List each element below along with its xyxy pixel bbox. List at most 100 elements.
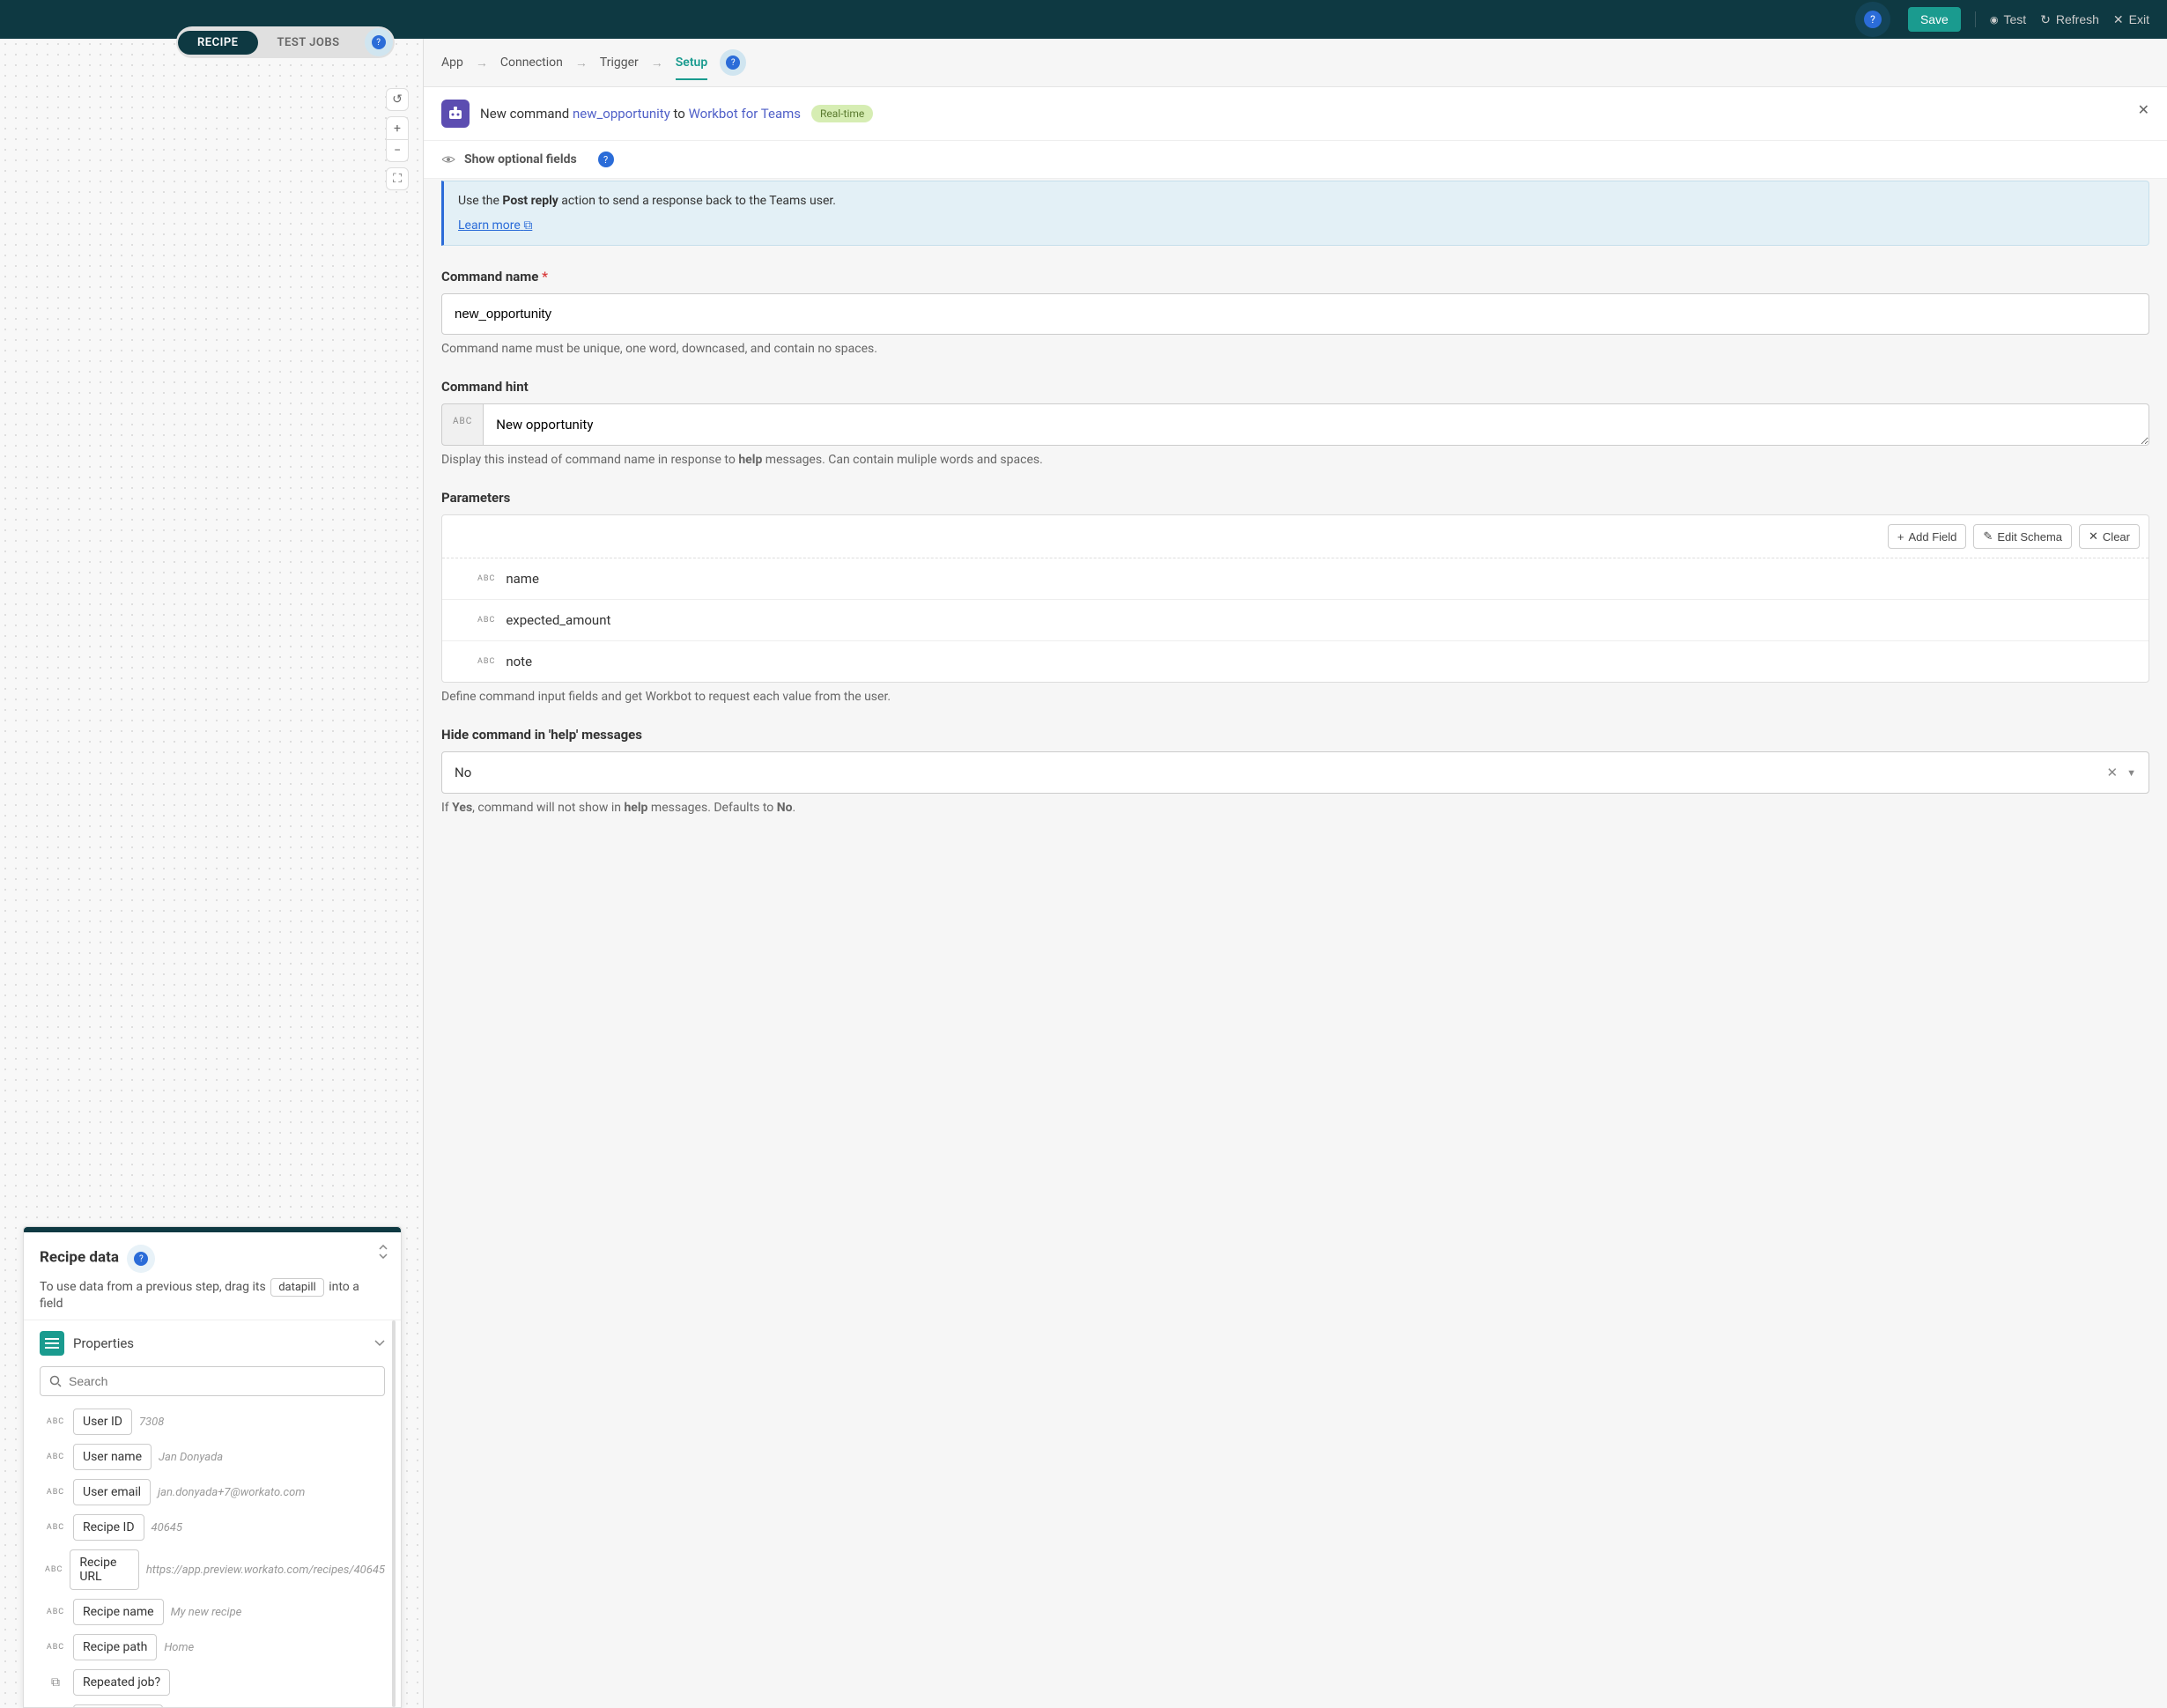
help-icon-steps[interactable]: ? — [720, 49, 746, 76]
datapill-value: 40645 — [152, 1521, 182, 1534]
recipe-data-panel: Recipe data ? To use data from a previou… — [23, 1226, 402, 1708]
properties-icon — [40, 1331, 64, 1356]
datapill-name[interactable]: User name — [73, 1444, 152, 1470]
step-setup[interactable]: Setup — [676, 55, 707, 80]
search-icon — [49, 1375, 62, 1387]
arrow-icon: → — [651, 55, 663, 70]
parameter-row[interactable]: ABC name — [442, 558, 2149, 600]
optional-fields-label: Show optional fields — [464, 152, 577, 166]
refresh-button[interactable]: ↻ Refresh — [2040, 12, 2099, 27]
datapill-value: https://app.preview.workato.com/recipes/… — [146, 1564, 385, 1577]
recipe-data-title: Recipe data — [40, 1249, 119, 1267]
command-link[interactable]: new_opportunity — [573, 106, 670, 122]
parameter-name: name — [506, 571, 539, 587]
command-name-label: Command name * — [441, 269, 2149, 285]
command-hint-label: Command hint — [441, 379, 2149, 395]
datapill-row[interactable]: ABCUser nameJan Donyada — [40, 1444, 385, 1470]
abc-type-tag: ABC — [45, 1523, 66, 1532]
zoom-in-button[interactable]: + — [386, 116, 409, 139]
datapill-name[interactable]: Repeated job? — [73, 1669, 170, 1696]
parameter-row[interactable]: ABCexpected_amount — [442, 600, 2149, 641]
exit-button[interactable]: ✕ Exit — [2113, 12, 2149, 27]
clear-icon[interactable]: ✕ — [2107, 765, 2119, 780]
eye-icon — [441, 154, 455, 165]
arrow-icon: → — [476, 55, 488, 70]
collapse-icon[interactable] — [378, 1245, 388, 1259]
x-icon: ✕ — [2089, 529, 2098, 543]
detail-pane: App → Connection → Trigger → Setup ? New… — [423, 39, 2167, 1708]
step-connection[interactable]: Connection — [500, 55, 563, 70]
add-field-button[interactable]: +Add Field — [1888, 524, 1967, 549]
arrow-icon: → — [575, 55, 588, 70]
test-button[interactable]: ◉ Test — [1990, 12, 2026, 26]
recipe-canvas[interactable]: ↺ + − ⛶ Recipe data ? To use data from a… — [0, 39, 423, 1708]
datapill-name[interactable]: Recipe path — [73, 1634, 157, 1660]
datapill-row[interactable]: ABC Recipe ID 40645 — [40, 1514, 385, 1541]
target-link[interactable]: Workbot for Teams — [689, 106, 801, 122]
step-app[interactable]: App — [441, 55, 463, 70]
link-type-icon: ⧉ — [45, 1675, 66, 1690]
workbot-icon — [441, 100, 470, 128]
parameter-row[interactable]: ABCnote — [442, 641, 2149, 682]
canvas-controls: ↺ + − ⛶ — [386, 88, 409, 190]
datapill-value: Home — [164, 1641, 194, 1654]
properties-label: Properties — [73, 1335, 366, 1351]
tab-recipe[interactable]: RECIPE — [178, 31, 258, 55]
tab-test-jobs[interactable]: TEST JOBS — [258, 31, 359, 55]
recipe-data-subtitle: To use data from a previous step, drag i… — [40, 1278, 385, 1311]
datapill-row[interactable]: ABC User email jan.donyada+7@workato.com — [40, 1479, 385, 1505]
abc-type-tag: ABC — [45, 1488, 66, 1497]
refresh-icon: ↻ — [2040, 12, 2051, 27]
datapill-row[interactable]: ⧉ Repeated job? — [40, 1669, 385, 1696]
zoom-out-button[interactable]: − — [386, 139, 409, 162]
edit-schema-button[interactable]: ✎Edit Schema — [1973, 524, 2072, 549]
datapill-name[interactable]: Recipe ID — [73, 1514, 144, 1541]
step-trigger[interactable]: Trigger — [600, 55, 639, 70]
play-icon: ◉ — [1990, 14, 1999, 26]
hide-command-select[interactable]: No ✕ ▼ — [441, 751, 2149, 794]
properties-header[interactable]: Properties — [40, 1331, 385, 1356]
help-icon-recipe-data[interactable]: ? — [127, 1245, 155, 1273]
datapill-chip: datapill — [270, 1278, 324, 1297]
fit-button[interactable]: ⛶ — [386, 167, 409, 190]
close-icon: ✕ — [2113, 12, 2124, 27]
datapill-name[interactable]: Recipe name — [73, 1599, 164, 1625]
abc-type-tag: ABC — [477, 574, 495, 583]
undo-button[interactable]: ↺ — [386, 88, 409, 111]
abc-type-tag: ABC — [45, 1565, 63, 1574]
datapill-name[interactable]: Parent job ID — [73, 1704, 163, 1707]
datapill-name[interactable]: User email — [73, 1479, 151, 1505]
parameter-name: expected_amount — [506, 612, 610, 628]
learn-more-link[interactable]: Learn more ⧉ — [458, 218, 532, 233]
chevron-down-icon — [374, 1340, 385, 1347]
parameters-hint: Define command input fields and get Work… — [441, 690, 2149, 704]
datapill-row[interactable]: ABCParent job ID — [40, 1704, 385, 1707]
search-input-wrap[interactable] — [40, 1366, 385, 1396]
datapill-name[interactable]: Recipe URL — [70, 1549, 139, 1590]
datapill-row[interactable]: ABCUser ID7308 — [40, 1409, 385, 1435]
help-icon-tabs[interactable]: ? — [365, 28, 393, 56]
datapill-row[interactable]: ABCRecipe pathHome — [40, 1634, 385, 1660]
chevron-down-icon[interactable]: ▼ — [2126, 767, 2136, 779]
datapill-name[interactable]: User ID — [73, 1409, 132, 1435]
parameters-label: Parameters — [441, 490, 2149, 506]
optional-fields-row[interactable]: Show optional fields ? — [424, 141, 2167, 179]
realtime-badge: Real-time — [811, 105, 873, 122]
hide-command-label: Hide command in 'help' messages — [441, 727, 2149, 743]
datapill-value: jan.donyada+7@workato.com — [158, 1486, 305, 1499]
abc-type-tag: ABC — [45, 1608, 66, 1616]
abc-type-tag: ABC — [477, 657, 495, 666]
wizard-steps: App → Connection → Trigger → Setup ? — [424, 39, 2167, 87]
help-icon-topbar[interactable]: ? — [1855, 2, 1890, 37]
external-link-icon: ⧉ — [523, 218, 532, 233]
search-input[interactable] — [69, 1374, 375, 1388]
command-hint-input[interactable]: New opportunity — [483, 403, 2149, 446]
save-button[interactable]: Save — [1908, 7, 1961, 32]
close-icon[interactable]: ✕ — [2138, 101, 2149, 118]
help-icon-optional[interactable]: ? — [598, 152, 614, 167]
command-name-input[interactable] — [441, 293, 2149, 335]
datapill-row[interactable]: ABC Recipe URL https://app.preview.workato… — [40, 1549, 385, 1590]
datapill-value: My new recipe — [171, 1606, 242, 1619]
datapill-row[interactable]: ABC Recipe name My new recipe — [40, 1599, 385, 1625]
clear-button[interactable]: ✕Clear — [2079, 524, 2140, 549]
